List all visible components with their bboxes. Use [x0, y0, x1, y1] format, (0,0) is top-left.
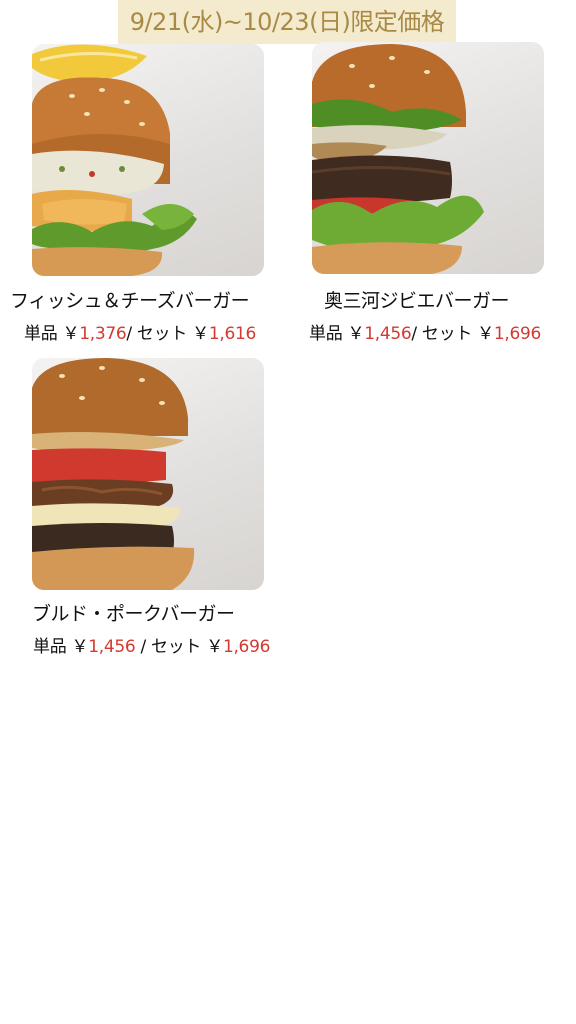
item-name: フィッシュ＆チーズバーガー	[10, 290, 250, 312]
single-label: 単品 ￥	[24, 324, 80, 344]
item-price: 単品 ￥1,456/ セット ￥1,696	[309, 319, 541, 344]
pork-burger-photo[interactable]	[32, 358, 264, 590]
burger-photo-image	[312, 44, 484, 274]
set-price: 1,696	[222, 637, 271, 657]
set-price: 1,616	[208, 324, 256, 344]
item-name: ブルド・ポークバーガー	[32, 603, 235, 625]
single-price: 1,456	[364, 324, 412, 344]
item-price: 単品 ￥1,456 / セット ￥1,696	[33, 632, 270, 657]
burger-photo-image	[32, 358, 195, 590]
item-name: 奥三河ジビエバーガー	[324, 290, 510, 312]
single-price: 1,456	[88, 637, 136, 657]
set-price: 1,696	[493, 324, 541, 344]
single-label: 単品 ￥	[33, 637, 89, 657]
gibier-burger-photo[interactable]	[312, 42, 544, 274]
item-price: 単品 ￥1,376/ セット ￥1,616	[24, 319, 256, 344]
set-label: / セット ￥	[126, 324, 209, 344]
set-label: / セット ￥	[411, 324, 494, 344]
fish-burger-photo[interactable]	[32, 44, 264, 276]
burger-photo-image	[32, 44, 197, 276]
promo-period-banner: 9/21(水)~10/23(日)限定価格	[118, 0, 456, 44]
single-label: 単品 ￥	[309, 324, 365, 344]
single-price: 1,376	[79, 324, 127, 344]
set-label: / セット ￥	[135, 637, 223, 657]
